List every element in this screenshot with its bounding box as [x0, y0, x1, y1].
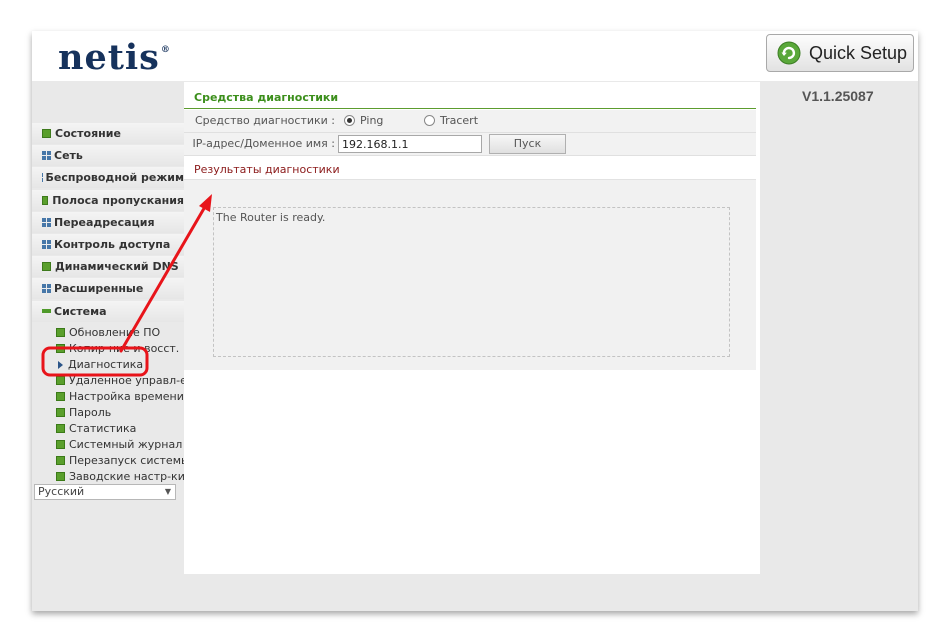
language-select[interactable]: Русский ▼ [34, 484, 176, 500]
submenu-backup-restore[interactable]: Копир-ние и восст. [32, 341, 184, 357]
submenu-remote-management[interactable]: Удаленное управл-е [32, 373, 184, 389]
green-square-icon [56, 392, 65, 402]
blue-grid-icon [42, 239, 51, 249]
chevron-down-icon: ▼ [164, 487, 171, 496]
header: netis® Quick Setup [32, 31, 918, 81]
green-square-icon [42, 262, 51, 272]
results-title: Результаты диагностики [194, 163, 340, 176]
submenu-factory-reset[interactable]: Заводские настр-ки [32, 469, 184, 485]
blue-grid-icon [42, 173, 43, 183]
green-square-icon [56, 456, 65, 466]
green-square-icon [56, 472, 65, 482]
play-arrow-icon [58, 360, 63, 369]
quick-setup-label: Quick Setup [809, 42, 908, 63]
results-output: The Router is ready. [213, 207, 730, 357]
blue-grid-icon [42, 284, 51, 294]
sidebar-item-advanced[interactable]: Расширенные [32, 278, 184, 300]
submenu-statistics[interactable]: Статистика [32, 421, 184, 437]
submenu-firmware-update[interactable]: Обновление ПО [32, 325, 184, 341]
sidebar-item-forwarding[interactable]: Переадресация [32, 211, 184, 233]
main-content: Средства диагностики Средство диагностик… [184, 82, 760, 574]
green-square-icon [56, 408, 65, 418]
ip-address-input[interactable] [338, 135, 482, 153]
refresh-icon [777, 41, 801, 65]
start-button[interactable]: Пуск [489, 134, 566, 154]
green-square-icon [56, 376, 65, 386]
ip-row: IP-адрес/Доменное имя : Пуск [184, 133, 756, 156]
sidebar-item-status[interactable]: Состояние [32, 123, 184, 144]
green-square-icon [42, 129, 51, 138]
submenu-time-settings[interactable]: Настройка времени [32, 389, 184, 405]
firmware-version: V1.1.25087 [802, 88, 874, 104]
system-submenu: Обновление ПО Копир-ние и восст. Диагнос… [32, 323, 184, 485]
tracert-radio[interactable]: Tracert [424, 114, 478, 127]
section-divider [184, 108, 756, 109]
sidebar-item-ddns[interactable]: Динамический DNS [32, 256, 184, 278]
green-square-icon [56, 440, 65, 450]
submenu-password[interactable]: Пароль [32, 405, 184, 421]
sidebar-item-system[interactable]: Система [32, 300, 184, 322]
minus-icon [42, 309, 51, 313]
radio-checked-icon [344, 115, 355, 126]
sidebar-item-wireless[interactable]: Беспроводной режим [32, 167, 184, 189]
submenu-system-log[interactable]: Системный журнал [32, 437, 184, 453]
section-title: Средства диагностики [194, 91, 339, 104]
tool-row: Средство диагностики : Ping Tracert [184, 110, 756, 133]
ping-radio[interactable]: Ping [344, 114, 383, 127]
green-square-icon [56, 424, 65, 434]
sidebar: Состояние Сеть Беспроводной режим Полоса… [32, 123, 184, 485]
blue-grid-icon [42, 151, 51, 161]
radio-unchecked-icon [424, 115, 435, 126]
green-square-icon [56, 344, 65, 354]
submenu-diagnostics[interactable]: Диагностика [32, 357, 184, 373]
green-square-icon [56, 328, 65, 338]
tool-label: Средство диагностики : [195, 114, 335, 127]
sidebar-item-access-control[interactable]: Контроль доступа [32, 233, 184, 255]
blue-grid-icon [42, 217, 51, 227]
router-window: netis® Quick Setup V1.1.25087 Состояние … [32, 31, 918, 611]
sidebar-item-network[interactable]: Сеть [32, 145, 184, 167]
green-square-icon [42, 195, 49, 205]
quick-setup-button[interactable]: Quick Setup [766, 34, 914, 72]
submenu-reboot[interactable]: Перезапуск системы [32, 453, 184, 469]
netis-logo: netis® [58, 37, 171, 78]
ip-label: IP-адрес/Доменное имя : [192, 137, 336, 150]
sidebar-item-bandwidth[interactable]: Полоса пропускания [32, 189, 184, 211]
